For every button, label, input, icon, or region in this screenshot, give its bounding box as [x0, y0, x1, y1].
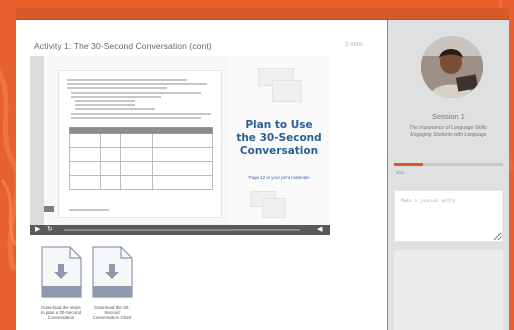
session-progress-bar	[394, 163, 503, 166]
video-progress-bar[interactable]	[64, 229, 300, 231]
session-progress-fill	[394, 163, 424, 166]
download-steps[interactable]: Download the steps to plan a 30-Second C…	[40, 246, 82, 321]
activity-title: Activity 1: The 30-Second Conversation (…	[34, 41, 212, 51]
session-sidebar: Session 1 The Importance of Language Ski…	[388, 20, 509, 330]
video-player[interactable]: Plan to Use the 30-Second Conversation P…	[30, 56, 330, 235]
slide-document-panel	[30, 56, 228, 225]
download-document-icon[interactable]	[40, 246, 82, 298]
download-label[interactable]: Download the steps to plan a 30-Second C…	[40, 305, 82, 321]
replay-icon[interactable]: ↻	[47, 226, 53, 234]
journal-entry-input[interactable]	[394, 190, 503, 242]
header-bar	[16, 8, 509, 20]
video-controls: ▶ ↻ ◀︎	[30, 225, 330, 235]
progress-count: 3/11	[396, 170, 405, 175]
document-table	[68, 127, 214, 190]
slide-subtitle: Page 12 in your print materials	[248, 175, 310, 180]
download-document-icon[interactable]	[91, 246, 133, 298]
volume-icon[interactable]: ◀︎	[317, 226, 322, 234]
document-thumbnail	[58, 70, 222, 218]
download-label[interactable]: Download the 30-Second Conversation Char…	[91, 305, 133, 321]
slide-title-panel: Plan to Use the 30-Second Conversation P…	[228, 56, 330, 225]
slide-page-marker	[44, 206, 54, 212]
student-photo	[421, 36, 483, 98]
main-content: Activity 1: The 30-Second Conversation (…	[16, 20, 387, 330]
duration-label: 2 mins	[345, 42, 363, 48]
play-icon[interactable]: ▶	[35, 226, 40, 234]
session-avatar	[421, 36, 483, 98]
slide-title: Plan to Use the 30-Second Conversation	[236, 119, 322, 157]
session-title: Session 1	[432, 112, 465, 121]
session-description: The Importance of Language Skills: Engag…	[409, 125, 488, 138]
sidebar-lower-panel	[394, 250, 503, 330]
slide-side-strip	[30, 56, 44, 225]
download-chart[interactable]: Download the 30-Second Conversation Char…	[91, 246, 133, 321]
